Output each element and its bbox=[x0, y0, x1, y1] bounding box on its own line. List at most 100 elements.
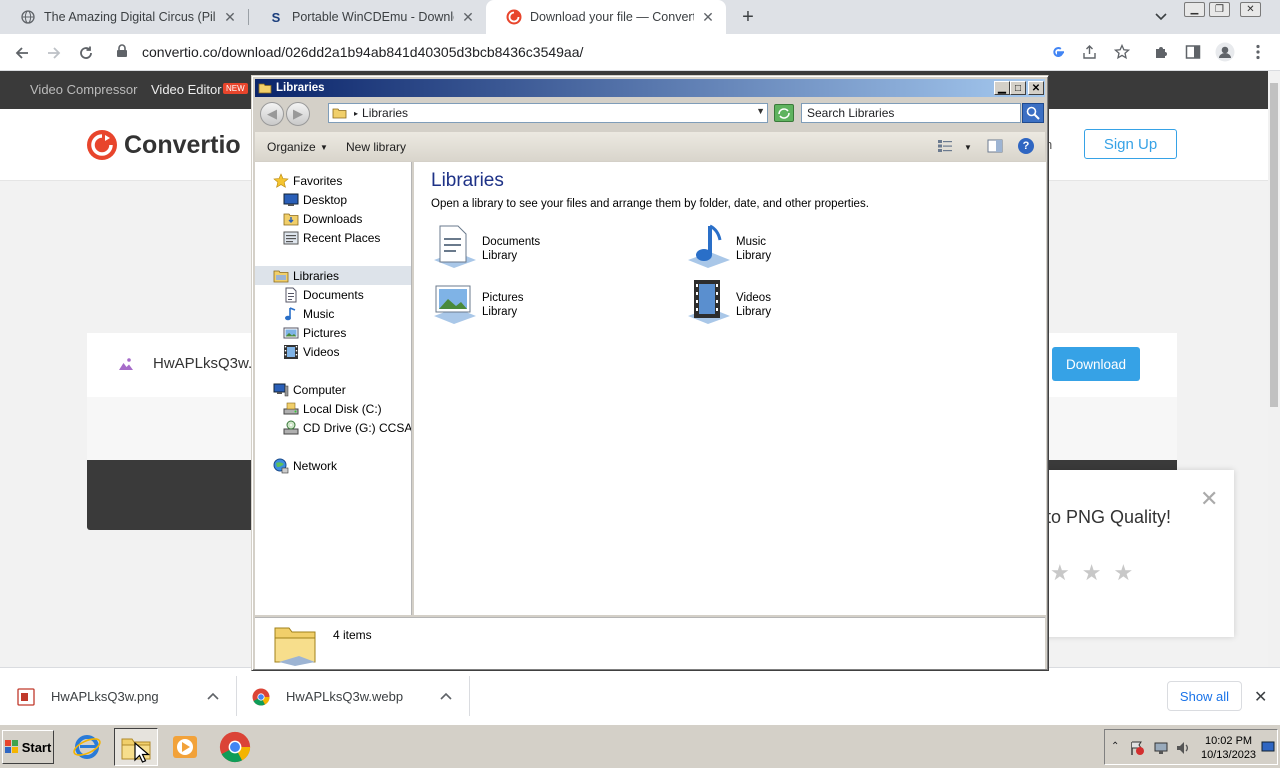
extensions-puzzle-icon[interactable] bbox=[1151, 42, 1171, 62]
reload-icon[interactable] bbox=[73, 40, 99, 66]
chevron-up-icon[interactable] bbox=[207, 689, 219, 703]
bookmark-star-icon[interactable] bbox=[1112, 42, 1132, 62]
breadcrumb-arrow-icon[interactable]: ▸ bbox=[354, 109, 358, 118]
nav-label: Pictures bbox=[303, 325, 347, 340]
chrome-taskbar-button[interactable] bbox=[213, 728, 257, 766]
minimize-button[interactable]: ▁ bbox=[994, 81, 1010, 95]
side-panel-icon[interactable] bbox=[1183, 42, 1203, 62]
documents-icon bbox=[285, 287, 297, 302]
star-icon[interactable]: ★ bbox=[1113, 560, 1133, 586]
desktop-icon bbox=[283, 193, 299, 206]
nav-favorites[interactable]: Favorites bbox=[255, 171, 411, 190]
profile-avatar-icon[interactable] bbox=[1215, 42, 1235, 62]
convertio-logo[interactable]: Convertio bbox=[86, 129, 241, 161]
address-bar[interactable]: ▸ Libraries ▼ bbox=[328, 103, 768, 123]
close-icon[interactable]: ✕ bbox=[700, 9, 716, 25]
maximize-button[interactable]: □ bbox=[1010, 81, 1026, 95]
new-tab-button[interactable]: + bbox=[736, 5, 760, 29]
preview-pane-icon[interactable] bbox=[986, 138, 1004, 154]
library-type: Library bbox=[482, 306, 518, 318]
dropdown-arrow-icon[interactable]: ▼ bbox=[756, 106, 765, 116]
tab-amazing-digital-circus[interactable]: The Amazing Digital Circus (Pilot ✕ bbox=[0, 0, 248, 34]
nav-music[interactable]: Music bbox=[255, 304, 411, 323]
convertio-logo-text: Convertio bbox=[124, 130, 241, 159]
action-center-flag-icon[interactable] bbox=[1129, 740, 1145, 756]
nav-downloads[interactable]: Downloads bbox=[255, 209, 411, 228]
nav-video-editor[interactable]: Video Editor bbox=[151, 82, 222, 97]
address-row: ◀ ▶ ▸ Libraries ▼ Search Libraries bbox=[255, 98, 1045, 129]
close-icon[interactable]: ✕ bbox=[1200, 486, 1218, 512]
show-desktop-icon[interactable] bbox=[1261, 740, 1275, 754]
download-item-png[interactable]: HwAPLksQ3w.png bbox=[17, 668, 227, 725]
close-icon[interactable]: ✕ bbox=[1254, 687, 1267, 707]
close-window-button[interactable]: ✕ bbox=[1028, 81, 1044, 95]
clock[interactable]: 10:02 PM 10/13/2023 bbox=[1201, 734, 1256, 762]
show-hidden-icons-chevron-icon[interactable]: ⌃ bbox=[1111, 741, 1119, 752]
tab-search-chevron-icon[interactable] bbox=[1150, 6, 1172, 28]
close-window-button[interactable]: ✕ bbox=[1240, 2, 1261, 17]
nav-cd-drive[interactable]: CD Drive (G:) CCSA_X bbox=[255, 418, 411, 437]
search-input[interactable]: Search Libraries bbox=[801, 103, 1021, 123]
minimize-button[interactable]: ▁ bbox=[1184, 2, 1205, 17]
nav-computer[interactable]: Computer bbox=[255, 380, 411, 399]
back-arrow-icon[interactable] bbox=[9, 40, 35, 66]
convertio-logo-icon bbox=[87, 130, 117, 160]
browser-toolbar: convertio.co/download/026dd2a1b94ab841d4… bbox=[0, 34, 1280, 71]
nav-libraries[interactable]: Libraries bbox=[255, 266, 411, 285]
sign-up-button[interactable]: Sign Up bbox=[1084, 129, 1177, 159]
nav-video-compressor[interactable]: Video Compressor bbox=[30, 82, 137, 97]
view-options-icon[interactable] bbox=[936, 138, 954, 154]
nav-pictures[interactable]: Pictures bbox=[255, 323, 411, 342]
organize-button[interactable]: Organize bbox=[267, 140, 316, 154]
libraries-folder-icon bbox=[258, 83, 272, 94]
nav-desktop[interactable]: Desktop bbox=[255, 190, 411, 209]
network-icon[interactable] bbox=[1153, 740, 1169, 756]
library-tile-documents[interactable]: Documents Library bbox=[430, 222, 650, 274]
nav-videos[interactable]: Videos bbox=[255, 342, 411, 361]
internet-explorer-icon bbox=[73, 735, 101, 759]
forward-arrow-icon[interactable]: ▶ bbox=[286, 102, 310, 126]
star-icon[interactable]: ★ bbox=[1050, 560, 1070, 586]
download-item-webp[interactable]: HwAPLksQ3w.webp bbox=[252, 668, 462, 725]
show-all-button[interactable]: Show all bbox=[1167, 681, 1242, 711]
menu-kebab-icon[interactable] bbox=[1248, 42, 1268, 62]
cd-drive-icon bbox=[283, 420, 299, 434]
new-library-button[interactable]: New library bbox=[346, 140, 406, 154]
close-icon[interactable]: ✕ bbox=[222, 9, 238, 25]
restore-button[interactable]: ❐ bbox=[1209, 2, 1230, 17]
library-tile-pictures[interactable]: Pictures Library bbox=[430, 278, 650, 330]
address-bar[interactable]: convertio.co/download/026dd2a1b94ab841d4… bbox=[106, 38, 1146, 66]
forward-arrow-icon[interactable] bbox=[41, 40, 67, 66]
google-g-icon[interactable] bbox=[1048, 42, 1068, 62]
download-file-name: HwAPLksQ3w.webp bbox=[286, 689, 404, 704]
tab-title: Download your file — Convertio bbox=[530, 10, 694, 24]
media-player-taskbar-button[interactable] bbox=[163, 728, 207, 766]
download-button[interactable]: Download bbox=[1052, 347, 1140, 381]
nav-network[interactable]: Network bbox=[255, 456, 411, 475]
help-icon[interactable]: ? bbox=[1018, 138, 1034, 154]
view-dropdown-arrow-icon[interactable]: ▼ bbox=[964, 143, 972, 152]
organize-dropdown-arrow-icon[interactable]: ▼ bbox=[320, 143, 328, 152]
search-icon[interactable] bbox=[1022, 103, 1044, 123]
start-button[interactable]: Start bbox=[2, 730, 54, 764]
back-arrow-icon[interactable]: ◀ bbox=[260, 102, 284, 126]
volume-speaker-icon[interactable] bbox=[1175, 740, 1191, 756]
download-file-name: HwAPLksQ3w.png bbox=[51, 689, 159, 704]
page-scrollbar[interactable] bbox=[1268, 71, 1280, 667]
tab-portable-wincdemu[interactable]: S Portable WinCDEmu - Download ✕ bbox=[248, 0, 486, 34]
scrollbar-thumb[interactable] bbox=[1270, 83, 1278, 407]
refresh-icon[interactable] bbox=[774, 104, 794, 122]
chevron-up-icon[interactable] bbox=[440, 689, 452, 703]
nav-recent-places[interactable]: Recent Places bbox=[255, 228, 411, 247]
globe-icon bbox=[20, 9, 36, 25]
internet-explorer-taskbar-button[interactable] bbox=[65, 728, 109, 766]
star-icon[interactable]: ★ bbox=[1082, 560, 1102, 586]
tab-convertio-download[interactable]: Download your file — Convertio ✕ bbox=[486, 0, 726, 34]
nav-documents[interactable]: Documents bbox=[255, 285, 411, 304]
nav-local-disk[interactable]: Local Disk (C:) bbox=[255, 399, 411, 418]
close-icon[interactable]: ✕ bbox=[460, 9, 476, 25]
share-icon[interactable] bbox=[1080, 42, 1100, 62]
library-tile-music[interactable]: Music Library bbox=[684, 222, 904, 274]
window-title-bar[interactable]: Libraries ▁ □ ✕ bbox=[255, 79, 1045, 97]
library-tile-videos[interactable]: Videos Library bbox=[684, 278, 904, 330]
